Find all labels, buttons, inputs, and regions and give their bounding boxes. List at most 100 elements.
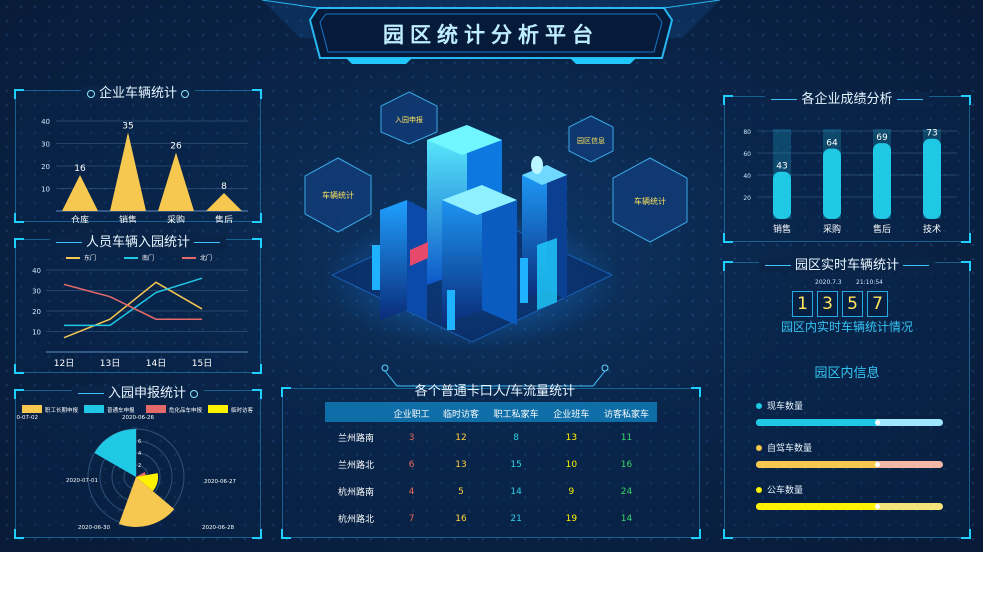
- data-label: 16: [74, 164, 86, 174]
- category-label: 2020-06-30: [78, 525, 110, 531]
- flow-header: 临时访客: [442, 409, 479, 420]
- counter-digit: 1: [792, 291, 813, 317]
- x-tick-label: 12日: [54, 358, 74, 369]
- dashboard: 园区统计分析平台 企业车辆统计 10 20 30 40 16 仓库 35 销售 26 采购 8 售后 …: [0, 0, 983, 552]
- panel-entry: 人员车辆入园统计 10 20 30 40 12日 13日 14日 15日 东门 南门 北门: [14, 235, 262, 374]
- y-tick-label: 20: [743, 195, 751, 202]
- y-tick-label: 10: [32, 329, 41, 337]
- panel-title-realtime: 园区实时车辆统计: [794, 258, 899, 273]
- category-label: 2020-07-02: [16, 415, 38, 421]
- data-label: 35: [122, 121, 133, 131]
- progress-selfdrive: [756, 461, 943, 468]
- y-tick-label: 20: [41, 163, 50, 171]
- table-cell: 11: [620, 432, 633, 443]
- x-tick-label: 销售: [773, 223, 791, 235]
- table-cell: 9: [568, 486, 575, 497]
- realtime-subtitle: 园区内实时车辆统计情况: [780, 320, 913, 334]
- data-label: 43: [776, 162, 787, 172]
- series-line: [64, 277, 203, 327]
- y-tick-label: 80: [743, 129, 751, 136]
- x-tick-label: 售后: [215, 214, 233, 223]
- bar: [923, 138, 941, 219]
- vehicle-bar-chart: 10 20 30 40 16 仓库 35 销售 26 采购 8 售后: [41, 118, 248, 223]
- bar: [873, 143, 891, 219]
- legend-swatch: [22, 405, 42, 413]
- info-title: 园区内信息: [814, 366, 880, 381]
- table-cell: 14: [510, 486, 522, 497]
- legend-swatch: [208, 405, 228, 413]
- x-tick-label: 14日: [146, 358, 166, 369]
- x-tick-label: 13日: [100, 358, 120, 369]
- realtime-time: 21:10:54: [856, 279, 883, 286]
- panel-title-flow: 各个普通卡口人/车流量统计: [414, 384, 576, 399]
- bar: [773, 171, 791, 219]
- r-tick-label: 4: [138, 451, 141, 457]
- x-tick-label: 采购: [823, 223, 841, 235]
- table-cell: 6: [408, 459, 415, 470]
- table-cell: 19: [565, 513, 578, 524]
- legend-label: 普通车申报: [107, 406, 135, 414]
- hex-label-right: 车辆统计: [634, 196, 666, 206]
- apply-rose-chart: 职工长期申报普通车申报危化品车申报临时访客02462020-07-022020-…: [16, 405, 254, 531]
- realtime-date: 2020.7.3: [815, 279, 842, 286]
- y-tick-label: 30: [32, 288, 41, 296]
- flow-header: 企业班车: [553, 409, 590, 420]
- data-label: 73: [926, 129, 937, 139]
- flow-header: 职工私家车: [493, 409, 539, 420]
- info-label-selfdrive: 自驾车数量: [756, 441, 812, 454]
- info-label-current: 现车数量: [756, 399, 803, 412]
- data-label: 26: [170, 142, 182, 152]
- legend-label: 南门: [142, 254, 154, 262]
- hex-badge-apply: 入园申报: [380, 91, 438, 145]
- r-tick-label: 6: [138, 439, 141, 445]
- panel-vehicle: 企业车辆统计 10 20 30 40 16 仓库 35 销售 26 采购 8 售后: [14, 86, 262, 223]
- table-cell: 10: [565, 459, 578, 470]
- flow-header-row: 企业职工 临时访客 职工私家车 企业班车 访客私家车: [325, 402, 657, 424]
- table-cell: 13: [565, 432, 578, 443]
- table-cell: 12: [455, 432, 467, 443]
- table-cell: 21: [510, 513, 522, 524]
- table-row: 杭州路南 4 5 14 9 24: [325, 478, 657, 505]
- y-tick-label: 10: [41, 186, 50, 194]
- bar-triangle: [158, 152, 194, 211]
- flow-header: 企业职工: [393, 409, 430, 420]
- table-row: 兰州路北 6 13 15 10 16: [325, 451, 657, 478]
- table-cell: 16: [620, 459, 633, 470]
- category-label: 2020-06-26: [122, 415, 154, 421]
- bar: [823, 148, 841, 219]
- hex-label-left: 车辆统计: [322, 190, 354, 200]
- progress-bus: [756, 503, 943, 510]
- entry-line-chart: 10 20 30 40 12日 13日 14日 15日 东门 南门 北门: [32, 254, 248, 369]
- y-tick-label: 20: [32, 308, 41, 316]
- row-name: 杭州路北: [337, 515, 374, 525]
- page-title: 园区统计分析平台: [383, 23, 599, 47]
- table-row: 杭州路北 7 16 21 19 14: [325, 505, 657, 532]
- x-tick-label: 销售: [119, 214, 137, 223]
- table-cell: 8: [513, 432, 520, 443]
- table-cell: 24: [620, 486, 633, 497]
- hex-badge-left: 车辆统计: [304, 157, 372, 233]
- table-cell: 4: [408, 486, 415, 497]
- legend-label: 北门: [200, 254, 212, 262]
- hex-badge-right: 车辆统计: [612, 157, 688, 243]
- bar-triangle: [206, 193, 242, 211]
- y-tick-label: 60: [743, 151, 751, 158]
- y-tick-label: 40: [743, 173, 751, 180]
- flow-header: 访客私家车: [603, 409, 649, 420]
- bar-triangle: [62, 175, 98, 211]
- counter-digit: 5: [842, 291, 863, 317]
- panel-score: 各企业成绩分析 20 40 60 80 43 销售 64 采购 69 售后 73 技术: [723, 92, 971, 243]
- y-tick-label: 40: [32, 267, 41, 275]
- legend-label: 东门: [84, 254, 96, 262]
- row-name: 兰州路北: [337, 461, 374, 471]
- table-cell: 13: [455, 459, 467, 470]
- hex-label-apply: 入园申报: [395, 115, 423, 124]
- flow-table: 企业职工 临时访客 职工私家车 企业班车 访客私家车 兰州路南 3 12 8 13 11 兰…: [325, 402, 657, 532]
- x-tick-label: 售后: [873, 223, 891, 235]
- title-bar: 园区统计分析平台: [261, 0, 721, 70]
- table-cell: 5: [458, 486, 464, 497]
- legend-label: 临时访客: [231, 406, 254, 414]
- legend-label: 职工长期申报: [45, 406, 79, 414]
- legend-swatch: [146, 405, 166, 413]
- table-cell: 15: [510, 459, 522, 470]
